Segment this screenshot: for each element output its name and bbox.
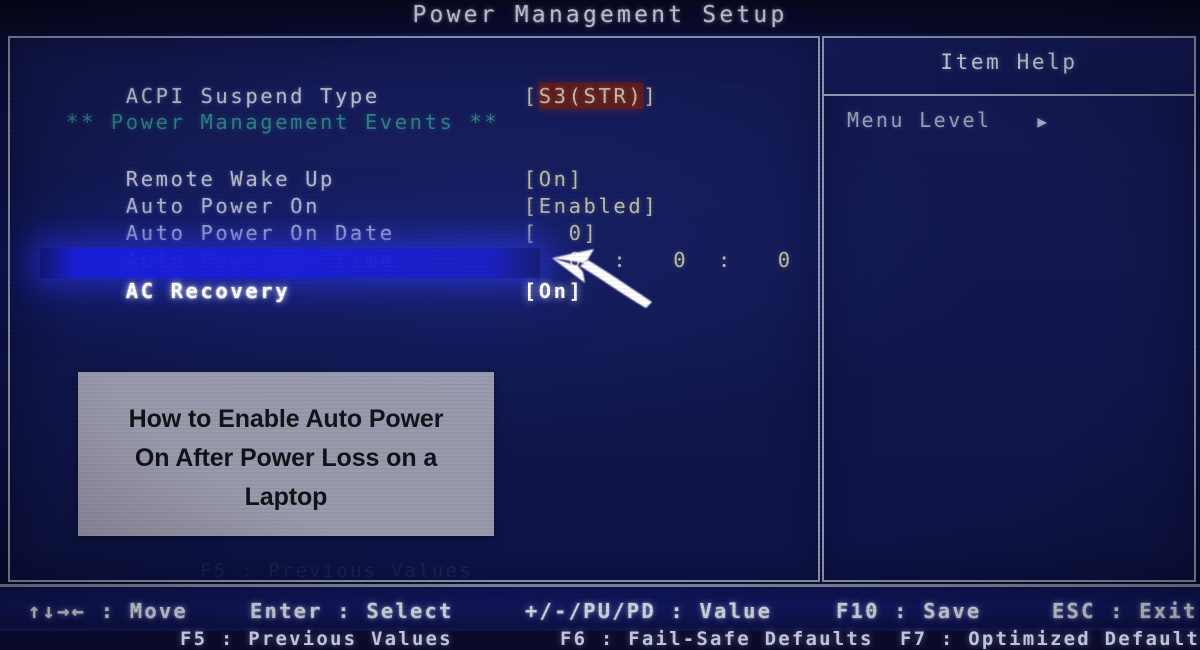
menu-level-row: Menu Level ▶ (847, 108, 1049, 132)
status-bar: ↑↓→← : Move Enter : Select +/-/PU/PD : V… (0, 584, 1200, 650)
title-banner-overlay: How to Enable Auto Power On After Power … (78, 372, 494, 536)
setting-label: ACPI Suspend Type (125, 84, 380, 108)
status-move[interactable]: ↑↓→← : Move (28, 599, 188, 623)
annotation-arrow-icon (552, 249, 652, 308)
status-exit[interactable]: ESC : Exit (1052, 599, 1197, 623)
setting-row-remote-wake-up[interactable]: Remote Wake Up [On] (66, 139, 584, 191)
status-previous-values[interactable]: F5 : Previous Values (180, 628, 453, 650)
acpi-value-highlight: S3(STR) (538, 83, 644, 109)
status-failsafe-defaults[interactable]: F6 : Fail-Safe Defaults (560, 628, 874, 650)
setting-row-ac-recovery[interactable]: AC Recovery [On] (66, 249, 584, 303)
setting-row-auto-power-on-date[interactable]: Auto Power On Date[ 0] (66, 193, 599, 245)
bracket-open: [ (523, 84, 539, 108)
banner-line-3: Laptop (244, 483, 328, 511)
bracket-close: ] (643, 84, 659, 108)
page-title: Power Management Setup (412, 2, 788, 28)
menu-level-label: Menu Level (847, 108, 992, 132)
item-help-header: Item Help (822, 36, 1196, 96)
banner-line-2: On After Power Loss on a (134, 444, 438, 472)
title-bar: Power Management Setup (0, 0, 1200, 33)
chevron-right-icon: ▶ (1037, 112, 1050, 131)
setting-label: AC Recovery (125, 279, 291, 303)
ghost-status-row: F5 : Previous Values (200, 560, 473, 582)
item-help-title: Item Help (940, 50, 1078, 74)
status-save[interactable]: F10 : Save (836, 599, 981, 623)
status-select[interactable]: Enter : Select (250, 599, 454, 623)
banner-text: How to Enable Auto Power On After Power … (100, 400, 472, 517)
setting-row-auto-power-on[interactable]: Auto Power On [Enabled] (66, 166, 658, 218)
banner-line-1: How to Enable Auto Power (128, 405, 444, 433)
bios-screen: Power Management Setup Item Help Menu Le… (0, 0, 1200, 650)
status-value[interactable]: +/-/PU/PD : Value (525, 599, 772, 623)
status-optimized-defaults[interactable]: F7 : Optimized Defaults (900, 628, 1200, 650)
setting-value: [S3(STR)] (524, 83, 659, 109)
section-header-power-management-events: ** Power Management Events ** (66, 110, 500, 134)
setting-row-acpi-suspend-type[interactable]: ACPI Suspend Type [S3(STR)] (66, 56, 658, 109)
